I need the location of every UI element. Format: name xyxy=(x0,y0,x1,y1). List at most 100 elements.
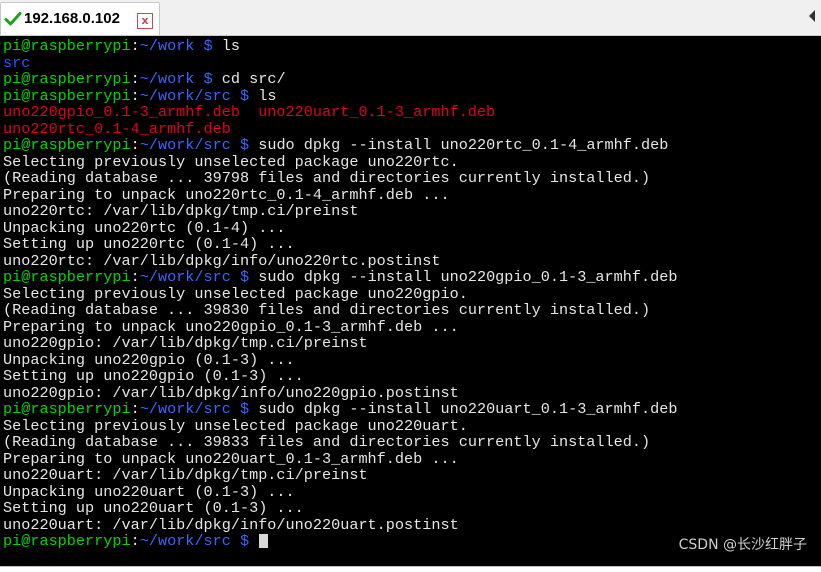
prompt-separator: : xyxy=(130,268,140,286)
terminal-output-line: Unpacking uno220gpio (0.1-3) ... xyxy=(3,350,677,369)
prompt-symbol: $ xyxy=(194,70,222,88)
output-text: (Reading database ... 39833 files and di… xyxy=(3,433,651,451)
terminal-cursor xyxy=(259,533,269,548)
terminal-output-line: Selecting previously unselected package … xyxy=(3,152,677,171)
output-text: Setting up uno220uart (0.1-3) ... xyxy=(3,499,304,517)
prompt-separator: : xyxy=(130,136,140,154)
terminal-screen[interactable]: pi@raspberrypi:~/work $ ls src pi@raspberr… xyxy=(0,36,821,566)
terminal-output-line: Preparing to unpack uno220uart_0.1-3_arm… xyxy=(3,449,677,468)
prompt-path: ~/work/src xyxy=(139,86,231,105)
prompt-user-host: pi@raspberrypi xyxy=(3,532,131,550)
terminal-output-line: (Reading database ... 39798 files and di… xyxy=(3,170,677,187)
terminal-output-line: uno220gpio: /var/lib/dpkg/info/uno220gpi… xyxy=(3,383,677,402)
output-text: Setting up uno220gpio (0.1-3) ... xyxy=(3,367,304,385)
prompt-symbol: $ xyxy=(230,532,259,550)
terminal-prompt-line: pi@raspberrypi:~/work/src $ ls xyxy=(3,86,677,105)
prompt-symbol: $ xyxy=(230,268,259,286)
output-text: uno220uart: /var/lib/dpkg/tmp.ci/preinst xyxy=(3,466,368,484)
terminal-output-line: Selecting previously unselected package … xyxy=(3,284,677,303)
prompt-symbol: $ xyxy=(194,37,222,55)
prompt-path: ~/work/src xyxy=(139,532,231,550)
prompt-separator: : xyxy=(130,532,140,550)
prompt-path: ~/work/src xyxy=(139,136,231,154)
output-text: Selecting previously unselected package … xyxy=(3,152,459,171)
terminal-prompt-line: pi@raspberrypi:~/work/src $ sudo dpkg --… xyxy=(3,137,677,154)
prompt-user-host: pi@raspberrypi xyxy=(3,136,131,154)
prompt-user-host: pi@raspberrypi xyxy=(3,37,131,55)
terminal-output-line: uno220uart: /var/lib/dpkg/tmp.ci/preinst xyxy=(3,467,677,484)
deb-file-listing: uno220rtc_0.1-4_armhf.deb xyxy=(3,119,231,138)
terminal-prompt-line: pi@raspberrypi:~/work/src $ sudo dpkg --… xyxy=(3,401,677,418)
terminal-prompt-line: pi@raspberrypi:~/work/src $ sudo dpkg --… xyxy=(3,269,677,286)
terminal-output-line: (Reading database ... 39830 files and di… xyxy=(3,302,677,319)
output-text: uno220uart: /var/lib/dpkg/info/uno220uar… xyxy=(3,515,459,534)
command-text: sudo dpkg --install uno220uart_0.1-3_arm… xyxy=(258,400,678,418)
output-text: uno220rtc: /var/lib/dpkg/tmp.ci/preinst xyxy=(3,202,359,220)
output-text: uno220rtc: /var/lib/dpkg/info/uno220rtc.… xyxy=(3,251,441,270)
output-text: (Reading database ... 39798 files and di… xyxy=(3,169,651,187)
terminal-output-line: uno220uart: /var/lib/dpkg/info/uno220uar… xyxy=(3,515,677,534)
command-text: ls xyxy=(258,86,277,105)
output-text: Selecting previously unselected package … xyxy=(3,284,468,303)
prompt-path: ~/work/src xyxy=(139,268,231,286)
terminal-prompt-line: pi@raspberrypi:~/work $ cd src/ xyxy=(3,71,677,88)
output-text: Preparing to unpack uno220uart_0.1-3_arm… xyxy=(3,449,459,468)
prompt-symbol: $ xyxy=(230,86,259,105)
output-text: Preparing to unpack uno220gpio_0.1-3_arm… xyxy=(3,317,459,336)
session-tab[interactable]: 192.168.0.102 x xyxy=(0,2,160,35)
terminal-output-line: src xyxy=(3,53,677,72)
terminal-prompt-line: pi@raspberrypi:~/work/src $ xyxy=(3,533,677,550)
terminal-output-line: uno220gpio_0.1-3_armhf.deb uno220uart_0.… xyxy=(3,104,677,121)
terminal-output-line: Unpacking uno220uart (0.1-3) ... xyxy=(3,482,677,501)
terminal-output-line: uno220rtc_0.1-4_armhf.deb xyxy=(3,119,677,138)
terminal-output-line: Preparing to unpack uno220gpio_0.1-3_arm… xyxy=(3,317,677,336)
command-text: sudo dpkg --install uno220rtc_0.1-4_armh… xyxy=(258,136,669,154)
prompt-symbol: $ xyxy=(230,400,259,418)
prompt-separator: : xyxy=(130,400,140,418)
output-text: (Reading database ... 39830 files and di… xyxy=(3,301,651,319)
prompt-path: ~/work xyxy=(139,37,195,55)
watermark: CSDN @长沙红胖子 xyxy=(678,537,807,553)
terminal-output-line: Setting up uno220gpio (0.1-3) ... xyxy=(3,368,677,385)
close-icon: x xyxy=(141,14,149,27)
terminal-output-line: (Reading database ... 39833 files and di… xyxy=(3,434,677,451)
terminal-output: pi@raspberrypi:~/work $ ls src pi@raspberr… xyxy=(3,38,677,550)
terminal-output-line: Setting up uno220uart (0.1-3) ... xyxy=(3,500,677,517)
terminal-output-line: uno220rtc: /var/lib/dpkg/tmp.ci/preinst xyxy=(3,203,677,220)
deb-file-listing: uno220gpio_0.1-3_armhf.deb uno220uart_0.… xyxy=(3,103,496,121)
close-tab-button[interactable]: x xyxy=(137,13,153,29)
terminal-output-line: Selecting previously unselected package … xyxy=(3,416,677,435)
output-text: Unpacking uno220rtc (0.1-4) ... xyxy=(3,218,286,237)
output-text: Selecting previously unselected package … xyxy=(3,416,468,435)
terminal-output-line: Preparing to unpack uno220rtc_0.1-4_armh… xyxy=(3,185,677,204)
output-text: uno220gpio: /var/lib/dpkg/info/uno220gpi… xyxy=(3,383,459,402)
check-icon xyxy=(4,12,22,26)
command-text: sudo dpkg --install uno220gpio_0.1-3_arm… xyxy=(258,268,678,286)
prompt-separator: : xyxy=(130,70,140,88)
session-tab-bar: 192.168.0.102 x xyxy=(0,0,821,36)
prompt-user-host: pi@raspberrypi xyxy=(3,86,131,105)
terminal-prompt-line: pi@raspberrypi:~/work $ ls xyxy=(3,38,677,55)
terminal-output-line: Unpacking uno220rtc (0.1-4) ... xyxy=(3,218,677,237)
tab-scroll-left-icon[interactable] xyxy=(809,10,815,22)
prompt-user-host: pi@raspberrypi xyxy=(3,70,131,88)
terminal-output-line: uno220rtc: /var/lib/dpkg/info/uno220rtc.… xyxy=(3,251,677,270)
output-text: Preparing to unpack uno220rtc_0.1-4_armh… xyxy=(3,185,450,204)
prompt-path: ~/work xyxy=(139,70,195,88)
terminal-output-line: Setting up uno220rtc (0.1-4) ... xyxy=(3,236,677,253)
window-bottom-edge xyxy=(0,566,821,572)
prompt-path: ~/work/src xyxy=(139,400,231,418)
output-text: Setting up uno220rtc (0.1-4) ... xyxy=(3,235,295,253)
directory-listing: src xyxy=(3,53,31,72)
prompt-separator: : xyxy=(130,37,140,55)
prompt-separator: : xyxy=(130,86,140,105)
prompt-user-host: pi@raspberrypi xyxy=(3,268,131,286)
output-text: Unpacking uno220gpio (0.1-3) ... xyxy=(3,350,295,369)
tab-title: 192.168.0.102 xyxy=(24,10,120,27)
prompt-user-host: pi@raspberrypi xyxy=(3,400,131,418)
output-text: Unpacking uno220uart (0.1-3) ... xyxy=(3,482,295,501)
command-text: cd src/ xyxy=(221,70,286,88)
prompt-symbol: $ xyxy=(230,136,259,154)
terminal-output-line: uno220gpio: /var/lib/dpkg/tmp.ci/preinst xyxy=(3,335,677,352)
command-text: ls xyxy=(221,37,240,55)
